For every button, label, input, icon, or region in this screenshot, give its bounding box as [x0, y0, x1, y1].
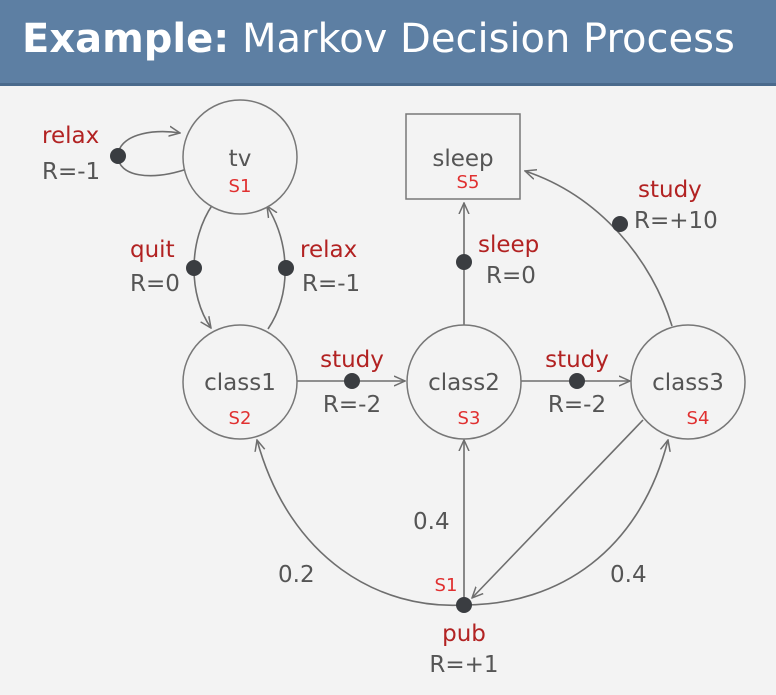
- label-tv-relax-reward: R=-1: [42, 159, 100, 185]
- pub-state: S1: [435, 575, 458, 596]
- edge-tv-relax-loop: [117, 132, 191, 177]
- node-class1-state: S2: [229, 408, 252, 429]
- mdp-diagram: tv S1 class1 S2 class2 S3 class3 S4 slee…: [42, 99, 746, 678]
- label-prob-class2: 0.4: [413, 509, 450, 535]
- dot-pub: [456, 597, 472, 613]
- node-sleep-state: S5: [457, 172, 480, 193]
- label-class1-relax-reward: R=-1: [302, 271, 360, 297]
- dot-class1-relax: [278, 260, 294, 276]
- node-class2-state: S3: [458, 408, 481, 429]
- label-tv-quit-action: quit: [130, 237, 175, 263]
- label-prob-class1: 0.2: [278, 562, 315, 588]
- pub-label: pub: [442, 621, 486, 647]
- label-tv-quit-reward: R=0: [130, 271, 180, 297]
- label-class1-study-reward: R=-2: [323, 392, 381, 418]
- label-class1-study-action: study: [320, 347, 384, 373]
- label-prob-class3: 0.4: [610, 562, 647, 588]
- dot-tv-relax: [110, 148, 126, 164]
- label-class2-sleep-action: sleep: [478, 232, 539, 258]
- slide: Example: Markov Decision Process tv S1 c…: [0, 0, 776, 695]
- label-class3-study-action: study: [638, 177, 702, 203]
- label-class3-study-reward: R=+10: [634, 208, 718, 234]
- dot-class3-study: [612, 216, 628, 232]
- pub-reward: R=+1: [429, 652, 498, 678]
- node-class3-state: S4: [687, 408, 710, 429]
- dot-tv-quit: [186, 260, 202, 276]
- node-tv-state: S1: [229, 176, 252, 197]
- node-class1-label: class1: [204, 370, 276, 396]
- label-class2-study-action: study: [545, 347, 609, 373]
- node-sleep-label: sleep: [432, 146, 493, 172]
- label-tv-relax-action: relax: [42, 123, 99, 149]
- dot-class2-sleep: [456, 254, 472, 270]
- label-class2-sleep-reward: R=0: [486, 263, 536, 289]
- dot-class2-study: [569, 373, 585, 389]
- label-class2-study-reward: R=-2: [548, 392, 606, 418]
- node-class3-label: class3: [652, 370, 724, 396]
- dot-class1-study: [344, 373, 360, 389]
- node-tv-label: tv: [229, 146, 252, 172]
- node-class2-label: class2: [428, 370, 500, 396]
- label-class1-relax-action: relax: [300, 237, 357, 263]
